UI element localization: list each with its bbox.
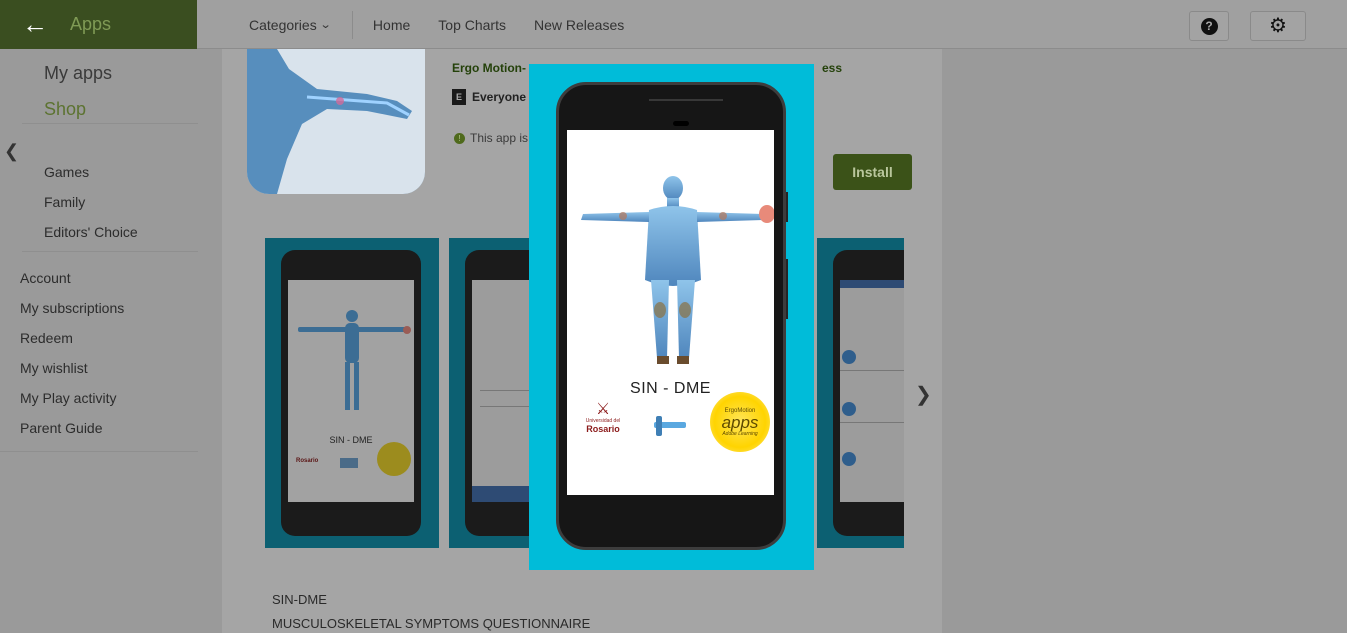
thumbnail-add-icon	[842, 452, 856, 466]
compatibility-text: This app is	[470, 131, 529, 145]
nav-new-releases[interactable]: New Releases	[534, 17, 624, 33]
nav-home[interactable]: Home	[373, 17, 410, 33]
sidebar-item-family[interactable]: Family	[44, 194, 85, 210]
install-button[interactable]: Install	[833, 154, 912, 190]
back-arrow-icon[interactable]: ←	[0, 0, 70, 49]
help-icon: ?	[1200, 17, 1218, 35]
thumbnail-university-logo: Rosario	[296, 458, 319, 464]
apps-badge-signature: Adobe Learning	[722, 430, 758, 437]
thumbnail-mid-logo	[340, 458, 358, 468]
app-icon	[247, 49, 425, 194]
sidebar-item-games[interactable]: Games	[44, 164, 89, 180]
screenshot-thumbnail[interactable]	[817, 238, 904, 548]
content-rating-label: Everyone	[472, 90, 527, 104]
chevron-right-icon[interactable]: ❯	[915, 382, 932, 407]
app-title-end: ess	[821, 61, 843, 75]
phone-speaker-grill	[649, 99, 723, 101]
thumbnail-add-icon	[842, 402, 856, 416]
body-figure-illustration	[581, 176, 765, 364]
top-bar: ← Apps Categories ⌄ Home Top Charts New …	[0, 0, 1347, 49]
sidebar-item-editors-choice[interactable]: Editors' Choice	[44, 224, 138, 240]
phone-screen: SIN - DME ⚔ Universidad del Rosario Ergo…	[567, 130, 774, 495]
sidebar-item-parent-guide[interactable]: Parent Guide	[20, 420, 103, 436]
content-rating: E Everyone	[452, 89, 526, 105]
thumbnail-add-icon	[842, 350, 856, 364]
chevron-down-icon: ⌄	[319, 19, 332, 31]
thumbnail-rule	[840, 370, 904, 371]
apps-badge: ErgoMotion apps Adobe Learning	[710, 392, 770, 452]
description-line: MUSCULOSKELETAL SYMPTOMS QUESTIONNAIRE	[272, 616, 591, 631]
sidebar-item-wishlist[interactable]: My wishlist	[20, 360, 88, 376]
info-icon: !	[454, 132, 465, 144]
sidebar-item-subscriptions[interactable]: My subscriptions	[20, 300, 124, 316]
app-icon-figure	[247, 49, 425, 194]
description-line: SIN-DME	[272, 592, 327, 607]
category-links: Games Family Editors' Choice	[22, 124, 198, 252]
thumbnail-screen: SIN - DME Rosario	[288, 280, 414, 502]
gear-icon: ⚙	[1269, 15, 1287, 37]
brand-area: ← Apps	[0, 0, 197, 49]
top-nav: Categories ⌄ Home Top Charts New Release…	[249, 0, 632, 49]
sidebar-item-redeem[interactable]: Redeem	[20, 330, 73, 346]
sidebar-item-shop[interactable]: Shop	[44, 99, 86, 120]
thumbnail-top-bar	[840, 280, 904, 288]
sidebar: My apps Shop ❮ Games Family Editors' Cho…	[0, 49, 200, 633]
thumbnail-figure	[298, 310, 411, 410]
phone-earpiece	[673, 121, 689, 126]
thumbnail-screen	[840, 280, 904, 502]
categories-label: Categories	[249, 16, 317, 33]
compatibility-note: ! This app is	[454, 131, 528, 145]
sub-nav: My apps Shop	[22, 49, 198, 124]
university-name: Rosario	[586, 424, 620, 434]
thumbnail-apps-badge	[377, 442, 411, 476]
settings-button[interactable]: ⚙	[1250, 11, 1306, 41]
esrb-rating-icon: E	[452, 89, 466, 105]
university-logo: ⚔ Universidad del Rosario	[583, 401, 623, 435]
thumbnail-rule	[840, 422, 904, 423]
floating-badge	[759, 205, 774, 223]
account-links: Account My subscriptions Redeem My wishl…	[0, 252, 198, 452]
chevron-left-icon[interactable]: ❮	[4, 141, 19, 162]
ergo-logo-icon	[654, 416, 686, 436]
screenshot-lightbox[interactable]: SIN - DME ⚔ Universidad del Rosario Ergo…	[529, 64, 814, 570]
app-title-start: Ergo Motion-	[452, 61, 526, 75]
apps-badge-title: apps	[721, 412, 759, 432]
sidebar-item-account[interactable]: Account	[20, 270, 71, 286]
screenshot-thumbnail[interactable]: SIN - DME Rosario	[265, 238, 439, 548]
sidebar-item-my-apps[interactable]: My apps	[44, 63, 112, 84]
categories-dropdown[interactable]: Categories ⌄	[249, 10, 353, 39]
help-button[interactable]: ?	[1189, 11, 1229, 41]
section-title[interactable]: Apps	[70, 14, 111, 35]
crest-icon: ⚔	[595, 401, 611, 418]
nav-top-charts[interactable]: Top Charts	[438, 17, 506, 33]
sidebar-item-play-activity[interactable]: My Play activity	[20, 390, 116, 406]
